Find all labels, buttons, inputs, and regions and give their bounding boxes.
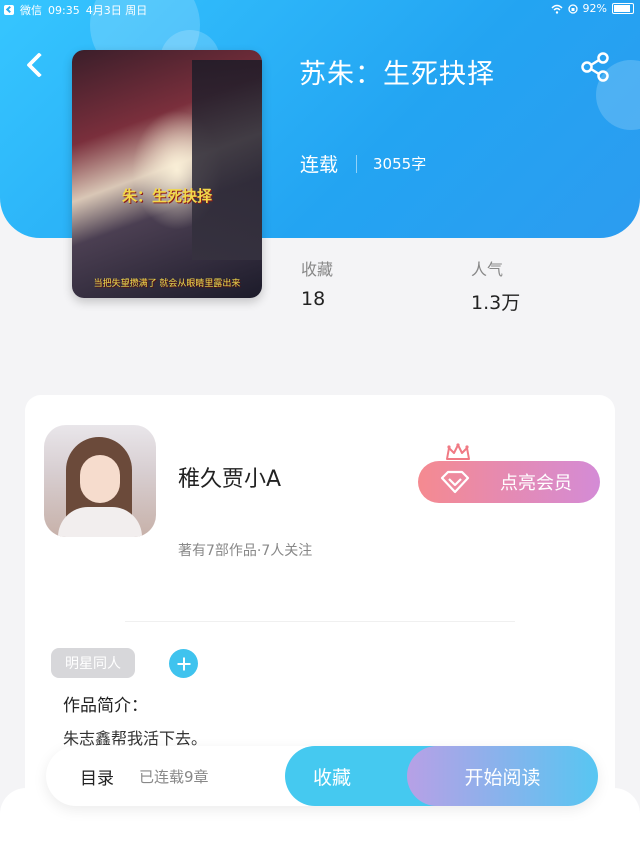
status-divider — [356, 154, 358, 173]
diamond-icon — [440, 470, 470, 494]
status-time: 09:35 — [48, 3, 80, 17]
chapter-count: 已连载9章 — [139, 767, 209, 786]
avatar-face — [80, 455, 120, 503]
stat-popularity-label: 人气 — [471, 260, 504, 279]
back-button[interactable] — [22, 50, 52, 80]
cover-caption: 当把失望攒满了 就会从眼睛里露出来 — [93, 279, 241, 289]
favorite-button-label: 收藏 — [313, 766, 352, 789]
vip-button[interactable]: 点亮会员 — [418, 461, 600, 503]
status-app-name: 微信 — [20, 4, 42, 17]
status-date: 4月3日 周日 — [85, 4, 148, 17]
stat-popularity: 人气 1.3万 — [471, 256, 520, 315]
stat-favorites-label: 收藏 — [301, 260, 334, 279]
battery-icon — [612, 3, 634, 14]
action-bar: 目录 已连载9章 收藏 开始阅读 — [46, 746, 598, 806]
book-title: 苏朱：生死抉择 — [299, 59, 495, 90]
battery-percent: 92% — [582, 2, 607, 15]
back-to-app-icon[interactable] — [4, 5, 14, 15]
book-cover[interactable]: 朱：生死抉择 当把失望攒满了 就会从眼睛里露出来 — [72, 50, 262, 298]
start-reading-label: 开始阅读 — [464, 766, 541, 789]
avatar[interactable] — [44, 425, 156, 537]
card-divider — [125, 621, 515, 622]
crown-icon — [446, 443, 470, 460]
wifi-icon — [551, 4, 563, 14]
lock-rotation-icon — [567, 3, 578, 14]
cover-art-figure — [192, 60, 262, 260]
start-reading-button[interactable]: 开始阅读 — [407, 746, 598, 806]
add-tag-button[interactable] — [169, 649, 198, 678]
word-count: 3055字 — [373, 155, 427, 173]
stat-favorites-value: 18 — [301, 288, 326, 310]
share-button[interactable] — [578, 50, 618, 90]
toc-button[interactable]: 目录 — [80, 746, 114, 806]
cover-title-art: 朱：生死抉择 — [121, 187, 212, 205]
vip-button-label: 点亮会员 — [500, 473, 572, 494]
author-meta: 著有7部作品·7人关注 — [178, 543, 313, 559]
serial-status: 连载 — [300, 154, 339, 176]
status-bar: 微信 09:35 4月3日 周日 92% — [0, 0, 640, 18]
stat-favorites: 收藏 18 — [301, 256, 333, 310]
stat-popularity-value: 1.3万 — [471, 292, 521, 314]
tag-chip[interactable]: 明星同人 — [51, 648, 135, 678]
author-name[interactable]: 稚久贾小A — [178, 461, 281, 493]
intro-heading: 作品简介： — [63, 696, 148, 716]
share-icon — [581, 52, 609, 82]
book-status-row: 连载 3055字 — [300, 150, 426, 177]
